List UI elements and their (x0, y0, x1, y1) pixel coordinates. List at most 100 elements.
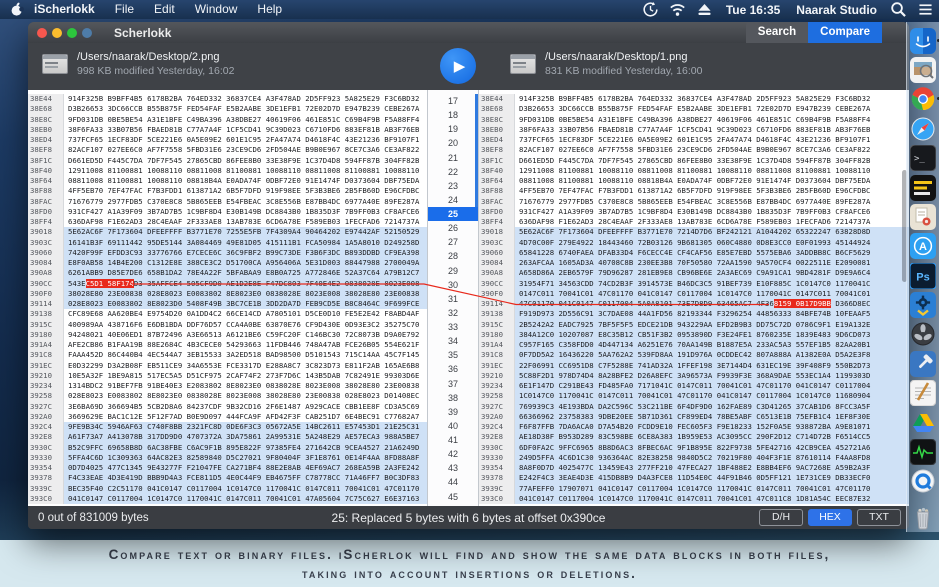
hex-row[interactable]: 3930C6DF0FA2C 9FFC6965 8B8D6AC3 8FBEC6AC… (479, 443, 909, 453)
notification-center-icon[interactable] (917, 2, 934, 17)
hex-row[interactable]: 392A03669629E BAC1C12E 5F12F7AD B0E9D097… (28, 412, 427, 422)
block-number[interactable]: 24 (428, 193, 478, 207)
block-number[interactable]: 45 (428, 490, 478, 504)
menu-user-name[interactable]: Naarak Studio (788, 3, 885, 17)
block-number[interactable]: 29 (428, 264, 478, 278)
hex-row[interactable]: 38FF4636DAF98 F1E62AD3 28C4EAAF 2F333AE8… (479, 217, 909, 227)
hex-row[interactable]: 393C0041C0147 C0117004 1C0147C0 1170041C… (479, 494, 909, 504)
block-number[interactable]: 38 (428, 391, 478, 405)
hex-row[interactable]: 392105C88F2D1 978D74D4 8A28BFE2 D26A8EFC… (479, 371, 909, 381)
hex-row[interactable]: 38EB038F6FA33 33B07B56 FBAED81B C77A7A4F… (479, 125, 909, 135)
menu-item-file[interactable]: File (105, 0, 144, 19)
block-number[interactable]: 44 (428, 475, 478, 489)
hex-row[interactable]: 3939C77AFEFF0 17907071 041C0147 C0117004… (479, 484, 909, 494)
hex-row[interactable]: 390A8A658D86A 2EB6579F 79D96287 281EB9E8… (479, 268, 909, 278)
hex-row[interactable]: 3903C16141B3F 69111442 95DE5144 3A084469… (28, 238, 427, 248)
hex-row[interactable]: 3915C400989AA 438716F6 E6DB1BDA DDF76D57… (28, 320, 427, 330)
hex-row[interactable]: 39330249D5FFA 4C6D1C30 936364AC 82E38258… (479, 453, 909, 463)
block-number[interactable]: 22 (428, 165, 478, 179)
hex-row[interactable]: 3906065841228 6740FAEA DFAB33D4 F6CECC4E… (479, 248, 909, 258)
block-number[interactable]: 18 (428, 108, 478, 122)
wifi-icon[interactable] (669, 2, 686, 17)
block-number[interactable]: 42 (428, 447, 478, 461)
hex-row[interactable]: 38E8C9FD031DB 0BE5BE54 A31E1BFE C49BA396… (479, 115, 909, 125)
hex-row[interactable]: 3915C2B5242A2 EADC7925 7BF5F5F5 EDCE21DB… (479, 320, 909, 330)
hex-row[interactable]: 38F4012911008 81100881 10088110 08811008… (28, 166, 427, 176)
dock-icon-gear-utility[interactable] (910, 292, 936, 318)
hex-row[interactable]: 3927C3E6BA69D 366694B5 5CB2D8A6 84237CDF… (28, 402, 427, 412)
block-number[interactable]: 41 (428, 433, 478, 447)
hex-row[interactable]: 39138CFC89E68 AA620BE4 E9754D20 0A1DD4C2… (28, 309, 427, 319)
dock-icon-app-store[interactable]: A (910, 233, 936, 259)
dock-icon-photoshop[interactable]: Ps (910, 263, 936, 289)
dock-icon-activity-monitor[interactable] (910, 439, 936, 465)
hex-row[interactable]: 392E8AE18D38F B953D289 83C598BE 6CE8A383… (479, 432, 909, 442)
zoom-button[interactable] (67, 28, 77, 38)
hex-row[interactable]: 3903C4D70C00F 279E4922 18443460 72B03126… (479, 238, 909, 248)
hex-row[interactable]: 38EF882ACF107 027EE6C0 AF7F7558 5FBD31E6… (28, 145, 427, 155)
hex-row[interactable]: 3918094248021 40E06ED1 87B72496 A3E66513… (28, 330, 427, 340)
hex-row[interactable]: 38ED4737FCF65 1ECF83DF 5CE221E6 0A5E09E2… (479, 135, 909, 145)
hex-row[interactable]: 390607420F99F EFDD3C93 33776766 E7CECE6C… (28, 248, 427, 258)
block-number[interactable]: 37 (428, 377, 478, 391)
menu-app-name[interactable]: iScherlokk (24, 0, 105, 19)
block-number[interactable]: 35 (428, 348, 478, 362)
hex-row[interactable]: 391C80F7DD5A2 16436220 5AA762A2 539FD8AA… (479, 350, 909, 360)
menu-item-edit[interactable]: Edit (144, 0, 185, 19)
block-number[interactable]: 33 (428, 320, 478, 334)
hex-row[interactable]: 39114028E8023 E0083802 8E8023D0 5408F49B… (28, 299, 427, 309)
hex-row[interactable]: 390A86261ABB9 D85E7DE6 658B1DA2 78E4A22F… (28, 268, 427, 278)
hex-row[interactable]: 38F6408811008 81100881 10088110 08818B4A… (28, 176, 427, 186)
hex-row[interactable]: 39258028E8023 E0083802 8E8023E0 0838028E… (28, 391, 427, 401)
dock-icon-safari[interactable] (910, 116, 936, 142)
dock-icon-trash[interactable] (910, 506, 936, 532)
dock-icon-propeller-utility[interactable] (910, 321, 936, 347)
hex-row[interactable]: 38E8C9FD031DB 0BE5BE54 A31E1BFE C49BA396… (28, 115, 427, 125)
file-entry-left[interactable]: /Users/naarak/Desktop/2.png 998 KB modif… (42, 50, 234, 78)
block-number[interactable]: 39 (428, 405, 478, 419)
hex-row[interactable]: 393305FFA4C6D 1C309363 64AC82E3 82589840… (28, 453, 427, 463)
block-number[interactable]: 20 (428, 136, 478, 150)
hex-row[interactable]: 38FAC71676779 2977FDB5 C370E8C8 5B865EEB… (479, 197, 909, 207)
hex-row[interactable]: 393548A8F0D7D 4025477C 13459E43 277FF210… (479, 463, 909, 473)
dock-icon-warning-widget[interactable] (910, 175, 936, 201)
hex-row[interactable]: 392C4F6F87FFB 7DA6ACA0 D7A54B20 FCDD9E10… (479, 422, 909, 432)
hex-row[interactable]: 391A4AFE2CB86 B1FAA19B 88E2684C 4B3CECE0… (28, 340, 427, 350)
hex-row[interactable]: 39084E8F0AB58 14B4E200 C1312E8E 388CE3C2… (28, 258, 427, 268)
dock-icon-preview[interactable] (910, 57, 936, 83)
hex-row[interactable]: 390F038028E80 23E00838 028E8023 E0083802… (28, 289, 427, 299)
file-entry-right[interactable]: /Users/naarak/Desktop/1.png 831 KB modif… (510, 50, 702, 78)
block-number-selected[interactable]: 25 (428, 207, 478, 221)
hex-row[interactable]: 38EF882ACF107 027EE6C0 AF7F7558 5FBD31E6… (479, 145, 909, 155)
hex-row[interactable]: 3930CB52C9FFC 69658B8D 6AC38FBE C6AC9F1B… (28, 443, 427, 453)
block-number[interactable]: 43 (428, 461, 478, 475)
compare-tab[interactable]: Compare (808, 22, 882, 43)
block-number[interactable]: 32 (428, 306, 478, 320)
hex-row[interactable]: 38FD0931CF427 A1A39F09 3B7AD7B5 1C9BF8D4… (479, 207, 909, 217)
hex-row[interactable]: 391C8FAAA452D 86C440B4 4EC544A7 3EB15533… (28, 350, 427, 360)
view-mode-button-d-h[interactable]: D/H (759, 509, 803, 526)
hex-row[interactable]: 38E44914F325B B9BFF4B5 6178B2BA 764ED332… (479, 94, 909, 104)
menu-clock[interactable]: Tue 16:35 (718, 3, 788, 17)
hex-row[interactable]: 38F884FF5EB70 7EF47FAC F7B3FDD1 613871A2… (28, 186, 427, 196)
dock-icon-xcode[interactable] (910, 351, 936, 377)
hex-row[interactable]: 3911447C01170 041C0147 C0117004 5A0A8101… (479, 299, 909, 309)
hex-row[interactable]: 393540D7D4025 477C1345 9E43277F F21047FE… (28, 463, 427, 473)
block-number[interactable]: 28 (428, 249, 478, 263)
block-number[interactable]: 40 (428, 419, 478, 433)
fullscreen-button[interactable] (82, 28, 92, 38)
close-button[interactable] (37, 28, 47, 38)
minimize-button[interactable] (52, 28, 62, 38)
block-number[interactable]: 21 (428, 151, 478, 165)
hex-row[interactable]: 390185E62AC6F 7F173604 DFEEFFFF B3771E70… (28, 227, 427, 237)
hex-row[interactable]: 390CC543EC5D1 58F174D3 35AFFCE4 505CF9D0… (28, 279, 427, 289)
hex-row[interactable]: 38FF4636DAF98 F1E62AD3 28C4EAAF 2F333AE8… (28, 217, 427, 227)
hex-row[interactable]: 38E68D3B26653 3DC66CCB B55B875F FED54FAF… (479, 104, 909, 114)
hex-row[interactable]: 393C0041C0147 C0117004 1C0147C0 1170041C… (28, 494, 427, 504)
dock-icon-installer[interactable] (910, 204, 936, 230)
hex-row[interactable]: 392E8A61F73A7 A413078B 317DD9D0 4707372A… (28, 432, 427, 442)
hex-row[interactable]: 38EB038F6FA33 33B07B56 FBAED81B C77A7A4F… (28, 125, 427, 135)
hex-row[interactable]: 390CC31954F71 34563CDD 74CD2B3F 3914573E… (479, 279, 909, 289)
hex-row[interactable]: 38FD0931CF427 A1A39F09 3B7AD7B5 1C9BF8D4… (28, 207, 427, 217)
hex-row[interactable]: 3939CBEC35F40 C2C51170 041C0147 C0117004… (28, 484, 427, 494)
